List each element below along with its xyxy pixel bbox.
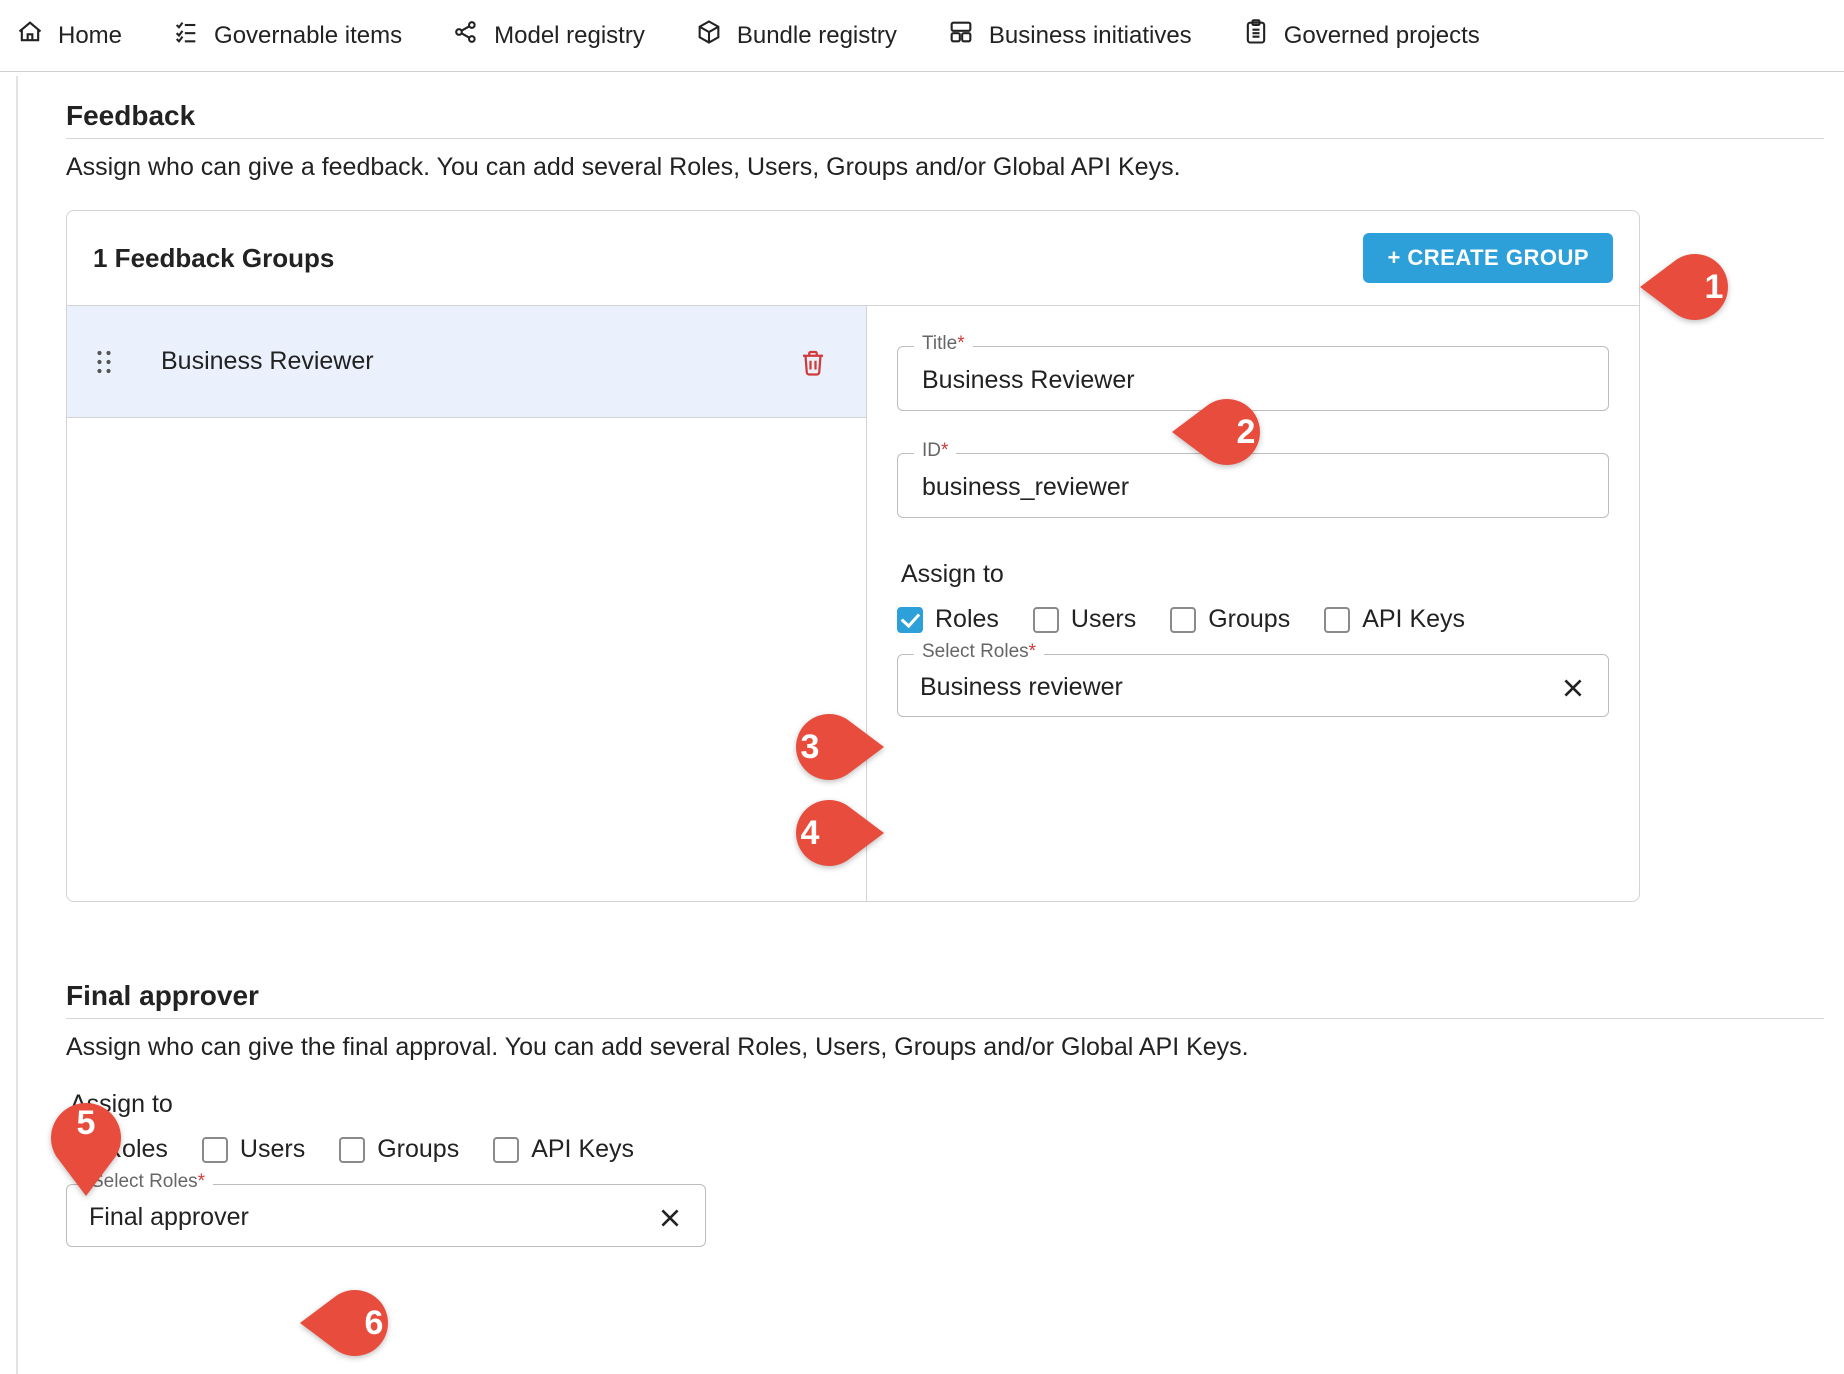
checkbox-icon (66, 1137, 92, 1163)
final-assign-to-checkboxes: Roles Users Groups API Keys (66, 1135, 1824, 1164)
select-roles-value: Business reviewer (920, 673, 1123, 702)
id-input[interactable] (920, 472, 1586, 503)
checkbox-api-keys[interactable]: API Keys (1324, 605, 1465, 634)
clear-icon[interactable] (1560, 675, 1586, 701)
feedback-panel-header: 1 Feedback Groups + CREATE GROUP (67, 211, 1639, 305)
nav-governed-projects-label: Governed projects (1284, 22, 1480, 50)
create-group-button[interactable]: + CREATE GROUP (1363, 233, 1613, 283)
select-roles-label: Select Roles* (914, 641, 1044, 663)
assign-to-label: Assign to (901, 560, 1609, 589)
id-field-label: ID* (914, 440, 956, 462)
title-field-label: Title* (914, 333, 973, 355)
checkbox-icon (339, 1137, 365, 1163)
layout-icon (947, 18, 975, 53)
content-area: Feedback Assign who can give a feedback.… (16, 76, 1844, 1374)
title-field: Title* (897, 346, 1609, 411)
clear-icon[interactable] (657, 1205, 683, 1231)
checkbox-roles[interactable]: Roles (66, 1135, 168, 1164)
select-roles-field[interactable]: Select Roles* Business reviewer (897, 654, 1609, 717)
checkbox-groups-label: Groups (377, 1135, 459, 1164)
share-nodes-icon (452, 18, 480, 53)
final-select-roles-field[interactable]: Select Roles* Final approver (66, 1184, 706, 1247)
delete-group-icon[interactable] (798, 347, 828, 377)
assign-to-label: Assign to (70, 1090, 1824, 1119)
checkbox-apikeys-label: API Keys (531, 1135, 634, 1164)
nav-bundle-registry-label: Bundle registry (737, 22, 897, 50)
group-row-name: Business Reviewer (161, 347, 374, 376)
select-roles-value: Final approver (89, 1203, 249, 1232)
feedback-section-desc: Assign who can give a feedback. You can … (66, 153, 1824, 182)
nav-bundle-registry[interactable]: Bundle registry (695, 18, 897, 53)
id-field: ID* (897, 453, 1609, 518)
top-nav: Home Governable items Model registry Bun… (0, 0, 1844, 72)
checkbox-icon (1170, 607, 1196, 633)
checkbox-users[interactable]: Users (202, 1135, 305, 1164)
drag-handle-icon[interactable] (93, 347, 115, 377)
nav-model-registry[interactable]: Model registry (452, 18, 645, 53)
nav-model-registry-label: Model registry (494, 22, 645, 50)
nav-business-initiatives[interactable]: Business initiatives (947, 18, 1192, 53)
checkbox-icon (493, 1137, 519, 1163)
checkbox-roles-label: Roles (104, 1135, 168, 1164)
checkbox-groups-label: Groups (1208, 605, 1290, 634)
feedback-section-title: Feedback (66, 100, 1824, 132)
checkbox-roles-label: Roles (935, 605, 999, 634)
checkbox-groups[interactable]: Groups (1170, 605, 1290, 634)
assign-to-checkboxes: Roles Users Groups (897, 605, 1609, 634)
cube-icon (695, 18, 723, 53)
checkbox-users-label: Users (240, 1135, 305, 1164)
checkbox-users[interactable]: Users (1033, 605, 1136, 634)
nav-governable-items[interactable]: Governable items (172, 18, 402, 53)
checkbox-roles[interactable]: Roles (897, 605, 999, 634)
group-detail-form: Title* ID* Assign to Roles (867, 306, 1639, 901)
group-row[interactable]: Business Reviewer (67, 306, 866, 418)
checkbox-icon (897, 607, 923, 633)
select-roles-label: Select Roles* (83, 1171, 213, 1193)
nav-governed-projects[interactable]: Governed projects (1242, 18, 1480, 53)
checkbox-groups[interactable]: Groups (339, 1135, 459, 1164)
nav-governable-label: Governable items (214, 22, 402, 50)
checkbox-users-label: Users (1071, 605, 1136, 634)
divider (66, 138, 1824, 139)
nav-business-initiatives-label: Business initiatives (989, 22, 1192, 50)
feedback-panel: 1 Feedback Groups + CREATE GROUP Busines… (66, 210, 1640, 902)
checkbox-api-keys[interactable]: API Keys (493, 1135, 634, 1164)
checkbox-icon (1033, 607, 1059, 633)
divider (66, 1018, 1824, 1019)
final-approver-desc: Assign who can give the final approval. … (66, 1033, 1824, 1062)
home-icon (16, 18, 44, 53)
checklist-icon (172, 18, 200, 53)
title-input[interactable] (920, 365, 1586, 396)
groups-list: Business Reviewer (67, 306, 867, 901)
checkbox-apikeys-label: API Keys (1362, 605, 1465, 634)
nav-home-label: Home (58, 22, 122, 50)
checkbox-icon (1324, 607, 1350, 633)
final-approver-title: Final approver (66, 980, 1824, 1012)
feedback-groups-count-title: 1 Feedback Groups (93, 243, 334, 274)
checkbox-icon (202, 1137, 228, 1163)
clipboard-list-icon (1242, 18, 1270, 53)
nav-home[interactable]: Home (16, 18, 122, 53)
